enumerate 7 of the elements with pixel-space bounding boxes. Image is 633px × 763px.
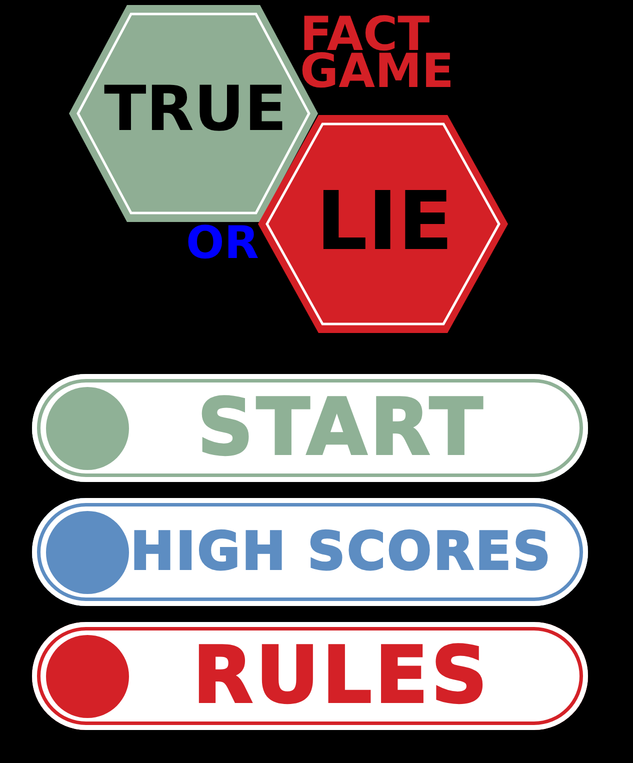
menu-button[interactable]: START xyxy=(32,374,588,482)
menu-button[interactable]: RULES xyxy=(32,622,588,730)
connector-word: OR xyxy=(186,216,259,269)
hexagon-label: LIE xyxy=(316,175,454,269)
menu-button[interactable]: HIGH SCORES xyxy=(32,498,588,606)
tagline: FACT GAME xyxy=(300,7,454,99)
hexagon-label: TRUE xyxy=(104,72,287,145)
